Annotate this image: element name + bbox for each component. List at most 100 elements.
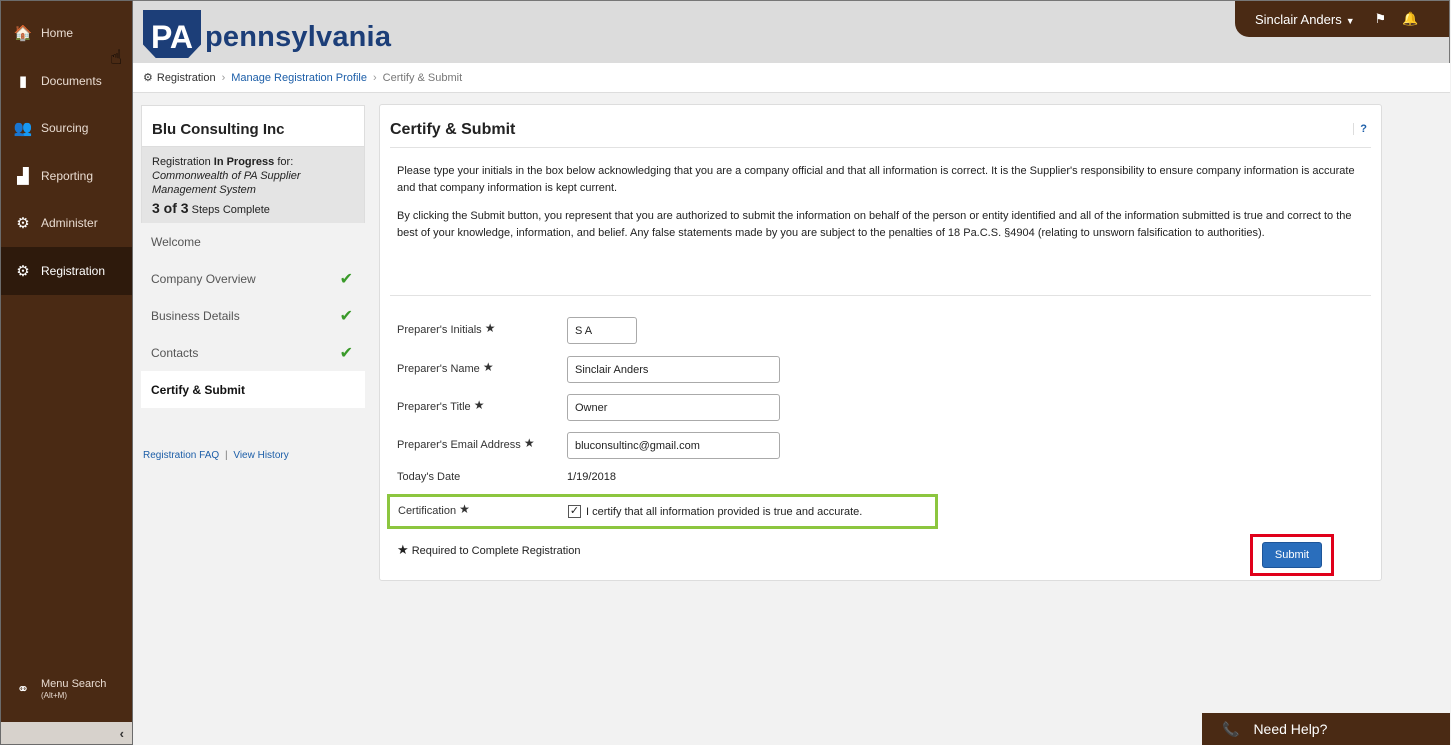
step-company-overview[interactable]: Company Overview ✔ <box>141 260 365 297</box>
nav-item-label: Administer <box>41 216 98 230</box>
view-history-link[interactable]: View History <box>233 450 288 461</box>
nav-item-label: Home <box>41 26 74 40</box>
email-input[interactable] <box>567 432 780 459</box>
pennsylvania-logo[interactable]: PA pennsylvania <box>143 10 391 58</box>
step-label: Business Details <box>151 308 240 323</box>
certification-label: Certification ★ <box>398 501 470 517</box>
gear-icon: ⚙ <box>143 72 153 84</box>
submit-disclaimer: By clicking the Submit button, you repre… <box>397 210 1352 239</box>
title-input[interactable] <box>567 394 780 421</box>
breadcrumb: ⚙ Registration › Manage Registration Pro… <box>133 63 1450 93</box>
required-star-icon: ★ <box>473 397 485 412</box>
registration-links: Registration FAQ | View History <box>141 450 365 461</box>
initials-instructions: Please type your initials in the box bel… <box>397 165 1355 194</box>
home-icon: 🏠 <box>13 25 33 42</box>
steps-suffix: Steps Complete <box>188 204 270 216</box>
certification-text[interactable]: I certify that all information provided … <box>586 506 862 518</box>
menu-search-shortcut: (Alt+M) <box>41 691 67 700</box>
flag-icon[interactable]: ⚑ <box>1375 11 1387 27</box>
pa-keystone-badge: PA <box>143 10 201 58</box>
hand-cursor-icon: ☝ <box>110 47 123 69</box>
required-note-text: Required to Complete Registration <box>411 545 581 557</box>
step-welcome[interactable]: Welcome <box>141 223 365 260</box>
page-title: Certify & Submit <box>390 121 516 138</box>
breadcrumb-current: Certify & Submit <box>382 71 463 84</box>
registration-panel: Blu Consulting Inc Registration In Progr… <box>141 105 365 745</box>
initials-input[interactable] <box>567 317 637 344</box>
breadcrumb-manage-profile[interactable]: Manage Registration Profile <box>231 72 367 84</box>
certification-row: Certification ★ ✓ I certify that all inf… <box>387 494 938 529</box>
user-menu[interactable]: Sinclair Anders ▼ <box>1255 12 1355 27</box>
divider <box>390 147 1371 148</box>
header: PA pennsylvania Sinclair Anders ▼ ⚑ 🔔 <box>133 0 1450 63</box>
email-label: Preparer's Email Address ★ <box>397 435 535 451</box>
reporting-icon: ▟ <box>17 168 29 185</box>
submit-button[interactable]: Submit <box>1262 542 1322 568</box>
nav-item-label: Registration <box>41 264 106 278</box>
certify-submit-card: Certify & Submit ? Please type your init… <box>379 104 1382 581</box>
status-prefix: Registration <box>152 156 214 168</box>
name-input[interactable] <box>567 356 780 383</box>
step-label: Certify & Submit <box>151 382 246 397</box>
user-bar: Sinclair Anders ▼ ⚑ 🔔 <box>1235 1 1449 37</box>
nav-item-reporting[interactable]: ▟ Reporting <box>1 152 132 200</box>
chevron-right-icon: › <box>373 71 377 84</box>
step-label: Welcome <box>151 234 201 249</box>
bell-icon[interactable]: 🔔 <box>1402 11 1418 27</box>
help-icon[interactable]: ? <box>1353 123 1367 135</box>
name-label: Preparer's Name ★ <box>397 359 494 375</box>
date-value: 1/19/2018 <box>567 471 616 483</box>
user-name: Sinclair Anders <box>1255 11 1342 27</box>
need-help-button[interactable]: 📞 Need Help? <box>1202 713 1450 745</box>
phone-icon: 📞 <box>1222 720 1240 737</box>
link-separator: | <box>224 450 228 461</box>
status-value: In Progress <box>213 156 275 168</box>
chevron-right-icon: › <box>221 71 226 84</box>
registration-icon: ⚙ <box>16 263 30 280</box>
email-row: Preparer's Email Address ★ <box>397 432 780 459</box>
step-contacts[interactable]: Contacts ✔ <box>141 334 365 371</box>
checkmark-icon: ✔ <box>339 307 353 325</box>
name-row: Preparer's Name ★ <box>397 356 780 383</box>
submit-highlight: Submit <box>1250 534 1334 576</box>
menu-search-label: Menu Search <box>41 678 107 690</box>
caret-down-icon: ▼ <box>1345 15 1355 26</box>
checkmark-icon: ✔ <box>339 270 353 288</box>
nav-item-label: Sourcing <box>41 121 89 135</box>
title-label: Preparer's Title ★ <box>397 397 485 413</box>
step-label: Contacts <box>151 345 199 360</box>
step-certify-submit[interactable]: Certify & Submit <box>141 371 365 408</box>
collapse-nav-button[interactable]: ‹ <box>1 722 132 744</box>
certification-checkbox[interactable]: ✓ <box>568 505 581 518</box>
registration-status: Registration In Progress for: Commonweal… <box>141 147 365 223</box>
administer-icon: ⚙ <box>16 215 30 232</box>
nav-item-label: Documents <box>41 74 102 88</box>
nav-item-administer[interactable]: ⚙ Administer <box>1 199 132 247</box>
nav-item-registration[interactable]: ⚙ Registration <box>1 247 132 295</box>
menu-search[interactable]: ⚭ Menu Search (Alt+M) <box>1 667 132 713</box>
required-star-icon: ★ <box>482 359 494 374</box>
step-business-details[interactable]: Business Details ✔ <box>141 297 365 334</box>
initials-label: Preparer's Initials ★ <box>397 320 496 336</box>
required-star-icon: ★ <box>397 542 409 557</box>
binoculars-icon: ⚭ <box>16 681 30 698</box>
breadcrumb-root[interactable]: Registration <box>157 72 216 84</box>
step-label: Company Overview <box>151 271 256 286</box>
date-label: Today's Date <box>397 471 461 483</box>
logo-wordmark: pennsylvania <box>205 20 392 53</box>
need-help-label: Need Help? <box>1253 721 1328 737</box>
date-row: Today's Date 1/19/2018 <box>397 471 616 483</box>
required-star-icon: ★ <box>459 501 470 516</box>
left-nav: 🏠 Home ▮ Documents 👥 Sourcing ▟ Reportin… <box>0 0 133 745</box>
chevron-left-icon: ‹ <box>119 725 124 741</box>
nav-item-sourcing[interactable]: 👥 Sourcing <box>1 104 132 152</box>
required-star-icon: ★ <box>484 320 496 335</box>
required-note: ★ Required to Complete Registration <box>397 542 580 558</box>
nav-item-label: Reporting <box>41 169 94 183</box>
system-name: Commonwealth of PA Supplier Management S… <box>152 170 301 196</box>
title-row: Preparer's Title ★ <box>397 394 780 421</box>
status-suffix: for: <box>274 156 294 168</box>
registration-faq-link[interactable]: Registration FAQ <box>143 450 219 461</box>
sourcing-icon: 👥 <box>13 120 33 137</box>
documents-icon: ▮ <box>18 73 28 90</box>
